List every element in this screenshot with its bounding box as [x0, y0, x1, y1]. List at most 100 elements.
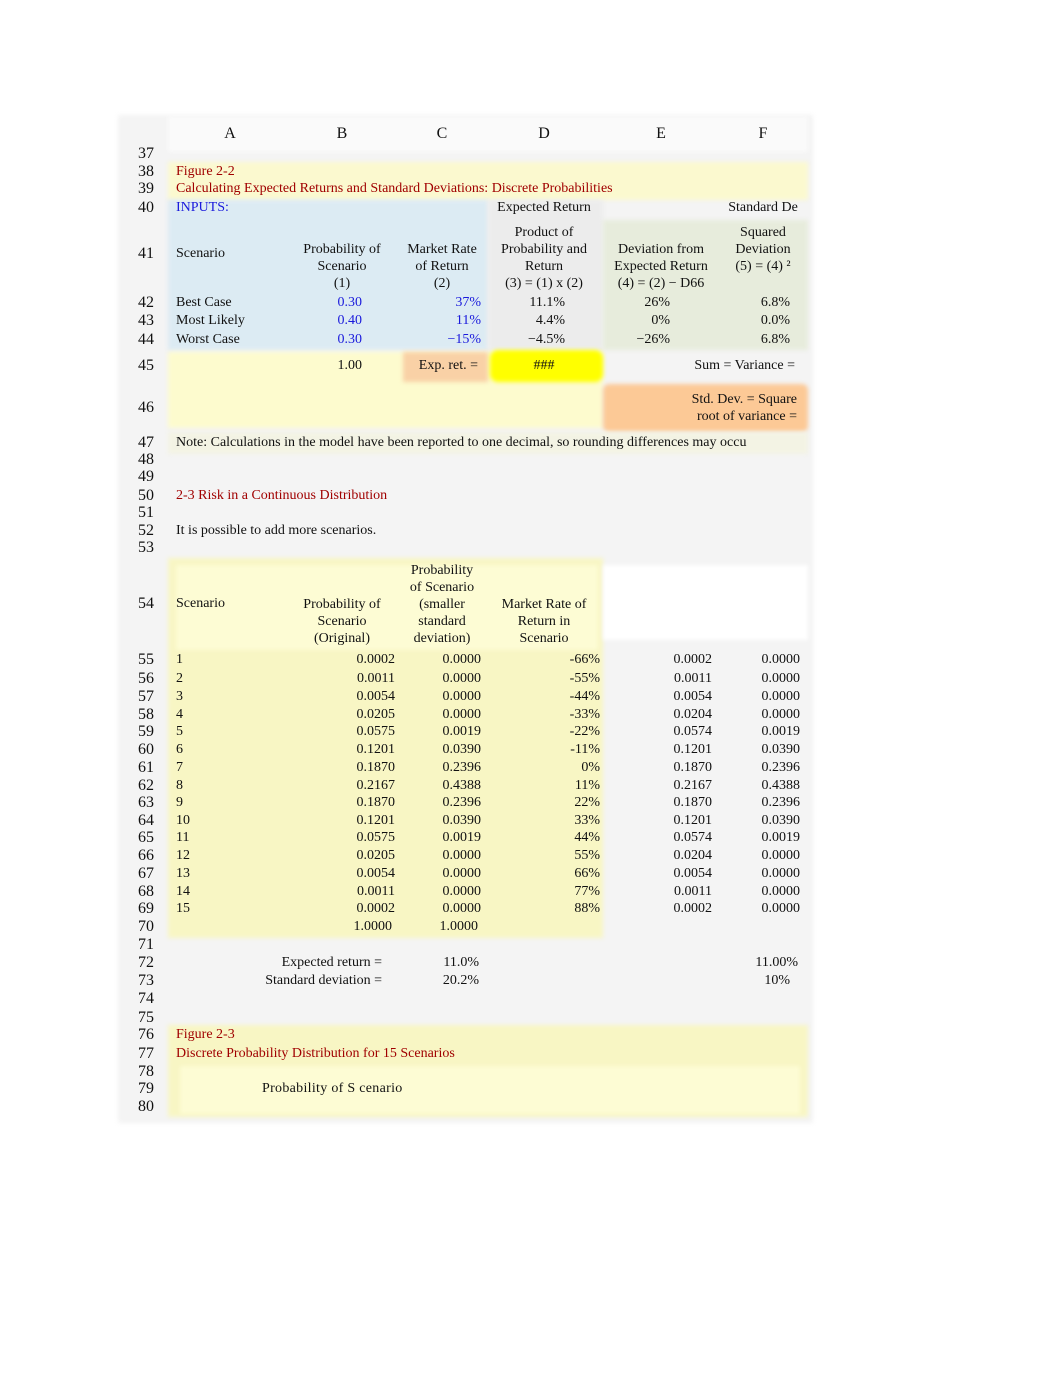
cell-D66[interactable]: 55% — [574, 847, 600, 864]
row-number[interactable]: 80 — [138, 1098, 154, 1116]
cell-E66[interactable]: 0.0204 — [674, 847, 713, 864]
cell-B70[interactable]: 1.0000 — [354, 918, 393, 935]
cell-C57[interactable]: 0.0000 — [443, 688, 482, 705]
cell-A66[interactable]: 12 — [176, 847, 190, 864]
row-number[interactable]: 77 — [138, 1045, 154, 1063]
row-number[interactable]: 64 — [138, 812, 154, 830]
cell-A77[interactable]: Discrete Probability Distribution for 15… — [176, 1045, 455, 1062]
cell-C64[interactable]: 0.0390 — [443, 812, 482, 829]
cell-D69[interactable]: 88% — [574, 900, 600, 917]
cell-E55[interactable]: 0.0002 — [674, 651, 713, 668]
row-number[interactable]: 61 — [138, 759, 154, 777]
row-number[interactable]: 59 — [138, 723, 154, 741]
cell-C59[interactable]: 0.0019 — [443, 723, 482, 740]
cell-F57[interactable]: 0.0000 — [762, 688, 801, 705]
cell-B55[interactable]: 0.0002 — [357, 651, 396, 668]
cell-B61[interactable]: 0.1870 — [357, 759, 396, 776]
cell-D67[interactable]: 66% — [574, 865, 600, 882]
column-header-F[interactable]: F — [743, 125, 783, 143]
cell-B42[interactable]: 0.30 — [338, 294, 363, 311]
row-number[interactable]: 44 — [138, 331, 154, 349]
cell-E60[interactable]: 0.1201 — [674, 741, 713, 758]
column-header-B[interactable]: B — [322, 125, 362, 143]
cell-F44[interactable]: 6.8% — [761, 331, 790, 348]
row-number[interactable]: 63 — [138, 794, 154, 812]
cell-D43[interactable]: 4.4% — [536, 312, 565, 329]
cell-D61[interactable]: 0% — [581, 759, 600, 776]
cell-C68[interactable]: 0.0000 — [443, 883, 482, 900]
cell-D40[interactable]: Expected Return — [474, 199, 614, 216]
row-number[interactable]: 41 — [138, 245, 154, 263]
cell-F58[interactable]: 0.0000 — [762, 706, 801, 723]
row-number[interactable]: 72 — [138, 954, 154, 972]
cell-B69[interactable]: 0.0002 — [357, 900, 396, 917]
cell-F63[interactable]: 0.2396 — [762, 794, 801, 811]
cell-A42[interactable]: Best Case — [176, 294, 232, 311]
cell-C55[interactable]: 0.0000 — [443, 651, 482, 668]
cell-D65[interactable]: 44% — [574, 829, 600, 846]
cell-A59[interactable]: 5 — [176, 723, 183, 740]
cell-C70[interactable]: 1.0000 — [440, 918, 479, 935]
row-number[interactable]: 39 — [138, 180, 154, 198]
cell-D59[interactable]: -22% — [570, 723, 600, 740]
cell-F61[interactable]: 0.2396 — [762, 759, 801, 776]
cell-C61[interactable]: 0.2396 — [443, 759, 482, 776]
cell-F69[interactable]: 0.0000 — [762, 900, 801, 917]
cell-B64[interactable]: 0.1201 — [357, 812, 396, 829]
cell-A63[interactable]: 9 — [176, 794, 183, 811]
cell-C67[interactable]: 0.0000 — [443, 865, 482, 882]
cell-B58[interactable]: 0.0205 — [357, 706, 396, 723]
cell-D42[interactable]: 11.1% — [529, 294, 565, 311]
cell-E59[interactable]: 0.0574 — [674, 723, 713, 740]
row-number[interactable]: 53 — [138, 539, 154, 557]
row-number[interactable]: 78 — [138, 1063, 154, 1081]
cell-C44[interactable]: −15% — [447, 331, 481, 348]
column-header-E[interactable]: E — [641, 125, 681, 143]
cell-D57[interactable]: -44% — [570, 688, 600, 705]
row-number[interactable]: 74 — [138, 990, 154, 1008]
cell-D60[interactable]: -11% — [570, 741, 600, 758]
column-header-C[interactable]: C — [422, 125, 462, 143]
row-number[interactable]: 47 — [138, 434, 154, 452]
cell-E42[interactable]: 26% — [644, 294, 670, 311]
cell-C72[interactable]: 11.0% — [443, 954, 479, 971]
cell-E44[interactable]: −26% — [636, 331, 670, 348]
cell-F59[interactable]: 0.0019 — [762, 723, 801, 740]
cell-E63[interactable]: 0.1870 — [674, 794, 713, 811]
cell-B66[interactable]: 0.0205 — [357, 847, 396, 864]
cell-D44[interactable]: −4.5% — [528, 331, 565, 348]
cell-D55[interactable]: -66% — [570, 651, 600, 668]
cell-F60[interactable]: 0.0390 — [762, 741, 801, 758]
cell-E67[interactable]: 0.0054 — [674, 865, 713, 882]
cell-F40[interactable]: Standard De — [693, 199, 833, 216]
row-number[interactable]: 62 — [138, 777, 154, 795]
row-number[interactable]: 79 — [138, 1080, 154, 1098]
row-number[interactable]: 60 — [138, 741, 154, 759]
row-number[interactable]: 48 — [138, 451, 154, 469]
row-number[interactable]: 67 — [138, 865, 154, 883]
cell-E57[interactable]: 0.0054 — [674, 688, 713, 705]
cell-A60[interactable]: 6 — [176, 741, 183, 758]
row-number[interactable]: 65 — [138, 829, 154, 847]
row-number[interactable]: 38 — [138, 163, 154, 181]
row-number[interactable]: 42 — [138, 294, 154, 312]
cell-F73[interactable]: 10% — [764, 972, 790, 989]
cell-B60[interactable]: 0.1201 — [357, 741, 396, 758]
cell-F67[interactable]: 0.0000 — [762, 865, 801, 882]
cell-D56[interactable]: -55% — [570, 670, 600, 687]
cell-A52[interactable]: It is possible to add more scenarios. — [176, 522, 376, 539]
cell-A43[interactable]: Most Likely — [176, 312, 245, 329]
cell-A54[interactable]: Scenario — [176, 595, 225, 612]
cell-A67[interactable]: 13 — [176, 865, 190, 882]
row-number[interactable]: 50 — [138, 487, 154, 505]
cell-A38[interactable]: Figure 2-2 — [176, 163, 235, 180]
row-number[interactable]: 69 — [138, 900, 154, 918]
cell-B62[interactable]: 0.2167 — [357, 777, 396, 794]
row-number[interactable]: 73 — [138, 972, 154, 990]
cell-B44[interactable]: 0.30 — [338, 331, 363, 348]
cell-E64[interactable]: 0.1201 — [674, 812, 713, 829]
cell-B65[interactable]: 0.0575 — [357, 829, 396, 846]
cell-E58[interactable]: 0.0204 — [674, 706, 713, 723]
cell-B45[interactable]: 1.00 — [338, 357, 363, 374]
cell-B59[interactable]: 0.0575 — [357, 723, 396, 740]
